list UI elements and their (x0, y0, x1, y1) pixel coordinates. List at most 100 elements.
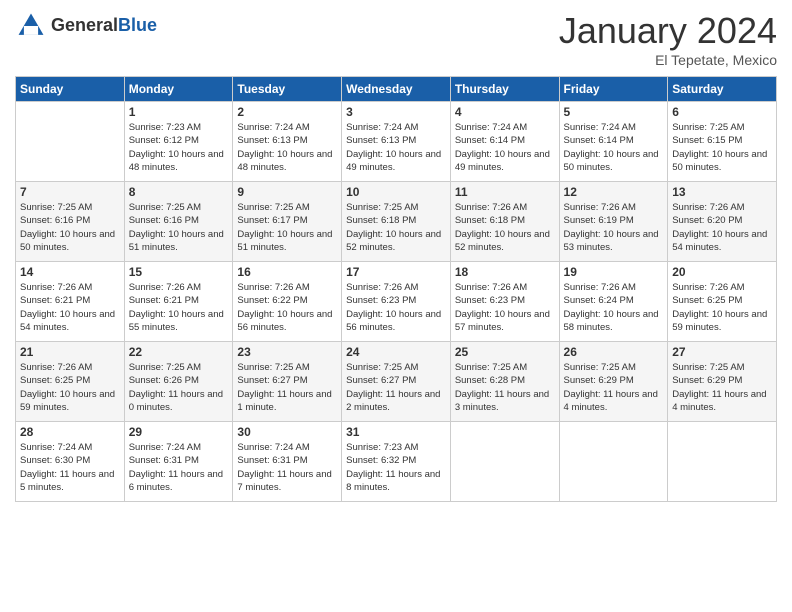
day-number: 3 (346, 105, 446, 119)
day-number: 8 (129, 185, 229, 199)
day-info: Sunrise: 7:25 AM Sunset: 6:26 PM Dayligh… (129, 361, 229, 414)
calendar-cell: 16 Sunrise: 7:26 AM Sunset: 6:22 PM Dayli… (233, 262, 342, 342)
calendar-cell: 10 Sunrise: 7:25 AM Sunset: 6:18 PM Dayli… (342, 182, 451, 262)
calendar-cell (559, 422, 668, 502)
day-info: Sunrise: 7:26 AM Sunset: 6:21 PM Dayligh… (129, 281, 229, 334)
calendar-cell: 5 Sunrise: 7:24 AM Sunset: 6:14 PM Daylig… (559, 102, 668, 182)
day-number: 25 (455, 345, 555, 359)
day-number: 19 (564, 265, 664, 279)
calendar-cell (668, 422, 777, 502)
day-number: 26 (564, 345, 664, 359)
calendar-week-row: 1 Sunrise: 7:23 AM Sunset: 6:12 PM Daylig… (16, 102, 777, 182)
day-number: 17 (346, 265, 446, 279)
day-info: Sunrise: 7:26 AM Sunset: 6:22 PM Dayligh… (237, 281, 337, 334)
day-number: 13 (672, 185, 772, 199)
day-info: Sunrise: 7:25 AM Sunset: 6:15 PM Dayligh… (672, 121, 772, 174)
calendar-cell: 19 Sunrise: 7:26 AM Sunset: 6:24 PM Dayli… (559, 262, 668, 342)
day-number: 1 (129, 105, 229, 119)
calendar-cell: 6 Sunrise: 7:25 AM Sunset: 6:15 PM Daylig… (668, 102, 777, 182)
day-number: 16 (237, 265, 337, 279)
calendar-cell: 24 Sunrise: 7:25 AM Sunset: 6:27 PM Dayli… (342, 342, 451, 422)
day-number: 22 (129, 345, 229, 359)
day-info: Sunrise: 7:26 AM Sunset: 6:25 PM Dayligh… (20, 361, 120, 414)
day-info: Sunrise: 7:24 AM Sunset: 6:13 PM Dayligh… (237, 121, 337, 174)
calendar-cell: 11Sunrise: 7:26 AM Sunset: 6:18 PM Dayli… (450, 182, 559, 262)
column-header-wednesday: Wednesday (342, 77, 451, 102)
day-info: Sunrise: 7:24 AM Sunset: 6:31 PM Dayligh… (237, 441, 337, 494)
day-info: Sunrise: 7:26 AM Sunset: 6:19 PM Dayligh… (564, 201, 664, 254)
location-text: El Tepetate, Mexico (559, 52, 777, 68)
day-info: Sunrise: 7:26 AM Sunset: 6:23 PM Dayligh… (455, 281, 555, 334)
day-number: 4 (455, 105, 555, 119)
day-info: Sunrise: 7:25 AM Sunset: 6:16 PM Dayligh… (20, 201, 120, 254)
calendar-table: SundayMondayTuesdayWednesdayThursdayFrid… (15, 76, 777, 502)
calendar-cell: 17 Sunrise: 7:26 AM Sunset: 6:23 PM Dayli… (342, 262, 451, 342)
day-number: 12 (564, 185, 664, 199)
day-info: Sunrise: 7:24 AM Sunset: 6:13 PM Dayligh… (346, 121, 446, 174)
day-info: Sunrise: 7:24 AM Sunset: 6:31 PM Dayligh… (129, 441, 229, 494)
day-info: Sunrise: 7:25 AM Sunset: 6:27 PM Dayligh… (237, 361, 337, 414)
column-header-friday: Friday (559, 77, 668, 102)
calendar-cell: 13 Sunrise: 7:26 AM Sunset: 6:20 PM Dayli… (668, 182, 777, 262)
column-header-tuesday: Tuesday (233, 77, 342, 102)
day-info: Sunrise: 7:23 AM Sunset: 6:12 PM Dayligh… (129, 121, 229, 174)
day-info: Sunrise: 7:26 AM Sunset: 6:20 PM Dayligh… (672, 201, 772, 254)
day-number: 10 (346, 185, 446, 199)
day-number: 5 (564, 105, 664, 119)
day-info: Sunrise: 7:25 AM Sunset: 6:29 PM Dayligh… (564, 361, 664, 414)
day-number: 30 (237, 425, 337, 439)
calendar-cell: 2 Sunrise: 7:24 AM Sunset: 6:13 PM Daylig… (233, 102, 342, 182)
day-number: 6 (672, 105, 772, 119)
calendar-cell: 31Sunrise: 7:23 AM Sunset: 6:32 PM Dayli… (342, 422, 451, 502)
column-header-thursday: Thursday (450, 77, 559, 102)
calendar-cell: 7 Sunrise: 7:25 AM Sunset: 6:16 PM Daylig… (16, 182, 125, 262)
day-info: Sunrise: 7:25 AM Sunset: 6:18 PM Dayligh… (346, 201, 446, 254)
calendar-cell: 21 Sunrise: 7:26 AM Sunset: 6:25 PM Dayli… (16, 342, 125, 422)
day-info: Sunrise: 7:25 AM Sunset: 6:28 PM Dayligh… (455, 361, 555, 414)
title-block: January 2024 El Tepetate, Mexico (559, 10, 777, 68)
day-info: Sunrise: 7:25 AM Sunset: 6:27 PM Dayligh… (346, 361, 446, 414)
calendar-cell: 9Sunrise: 7:25 AM Sunset: 6:17 PM Daylig… (233, 182, 342, 262)
calendar-cell: 27 Sunrise: 7:25 AM Sunset: 6:29 PM Dayli… (668, 342, 777, 422)
calendar-header-row: SundayMondayTuesdayWednesdayThursdayFrid… (16, 77, 777, 102)
day-number: 9 (237, 185, 337, 199)
day-info: Sunrise: 7:26 AM Sunset: 6:25 PM Dayligh… (672, 281, 772, 334)
day-info: Sunrise: 7:24 AM Sunset: 6:14 PM Dayligh… (455, 121, 555, 174)
calendar-week-row: 21 Sunrise: 7:26 AM Sunset: 6:25 PM Dayli… (16, 342, 777, 422)
column-header-monday: Monday (124, 77, 233, 102)
month-title: January 2024 (559, 10, 777, 52)
calendar-cell: 22 Sunrise: 7:25 AM Sunset: 6:26 PM Dayli… (124, 342, 233, 422)
calendar-cell: 28 Sunrise: 7:24 AM Sunset: 6:30 PM Dayli… (16, 422, 125, 502)
calendar-cell: 3 Sunrise: 7:24 AM Sunset: 6:13 PM Daylig… (342, 102, 451, 182)
day-number: 21 (20, 345, 120, 359)
calendar-week-row: 7 Sunrise: 7:25 AM Sunset: 6:16 PM Daylig… (16, 182, 777, 262)
column-header-sunday: Sunday (16, 77, 125, 102)
calendar-cell: 25 Sunrise: 7:25 AM Sunset: 6:28 PM Dayli… (450, 342, 559, 422)
day-info: Sunrise: 7:26 AM Sunset: 6:23 PM Dayligh… (346, 281, 446, 334)
day-number: 14 (20, 265, 120, 279)
day-info: Sunrise: 7:26 AM Sunset: 6:24 PM Dayligh… (564, 281, 664, 334)
calendar-cell: 23Sunrise: 7:25 AM Sunset: 6:27 PM Dayli… (233, 342, 342, 422)
day-number: 7 (20, 185, 120, 199)
logo-icon (15, 10, 47, 42)
day-number: 11 (455, 185, 555, 199)
calendar-cell (16, 102, 125, 182)
calendar-cell: 15Sunrise: 7:26 AM Sunset: 6:21 PM Dayli… (124, 262, 233, 342)
day-number: 20 (672, 265, 772, 279)
calendar-cell: 26 Sunrise: 7:25 AM Sunset: 6:29 PM Dayli… (559, 342, 668, 422)
day-number: 24 (346, 345, 446, 359)
calendar-cell: 8Sunrise: 7:25 AM Sunset: 6:16 PM Daylig… (124, 182, 233, 262)
day-number: 27 (672, 345, 772, 359)
calendar-cell: 12 Sunrise: 7:26 AM Sunset: 6:19 PM Dayli… (559, 182, 668, 262)
day-number: 18 (455, 265, 555, 279)
day-info: Sunrise: 7:26 AM Sunset: 6:21 PM Dayligh… (20, 281, 120, 334)
calendar-cell: 14 Sunrise: 7:26 AM Sunset: 6:21 PM Dayli… (16, 262, 125, 342)
day-info: Sunrise: 7:24 AM Sunset: 6:14 PM Dayligh… (564, 121, 664, 174)
day-info: Sunrise: 7:24 AM Sunset: 6:30 PM Dayligh… (20, 441, 120, 494)
day-number: 28 (20, 425, 120, 439)
calendar-week-row: 28 Sunrise: 7:24 AM Sunset: 6:30 PM Dayli… (16, 422, 777, 502)
day-number: 2 (237, 105, 337, 119)
day-info: Sunrise: 7:25 AM Sunset: 6:29 PM Dayligh… (672, 361, 772, 414)
header: General Blue January 2024 El Tepetate, M… (15, 10, 777, 68)
day-number: 29 (129, 425, 229, 439)
